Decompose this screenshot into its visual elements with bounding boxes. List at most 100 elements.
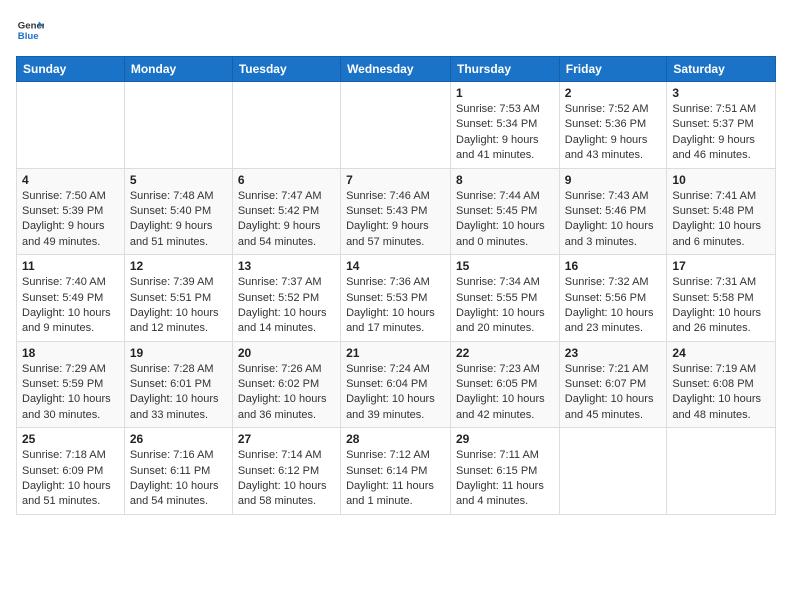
calendar-cell: 12 Sunrise: 7:39 AM Sunset: 5:51 PM Dayli… bbox=[124, 255, 232, 342]
day-number: 18 bbox=[22, 346, 119, 360]
day-info: Sunrise: 7:21 AM Sunset: 6:07 PM Dayligh… bbox=[565, 362, 662, 424]
calendar-cell: 22 Sunrise: 7:23 AM Sunset: 6:05 PM Dayli… bbox=[451, 341, 560, 428]
day-info: Sunrise: 7:48 AM Sunset: 5:40 PM Dayligh… bbox=[130, 189, 227, 251]
day-number: 16 bbox=[565, 259, 662, 273]
day-info: Sunrise: 7:53 AM Sunset: 5:34 PM Dayligh… bbox=[456, 102, 554, 164]
calendar-cell: 27 Sunrise: 7:14 AM Sunset: 6:12 PM Dayli… bbox=[232, 428, 340, 515]
day-info: Sunrise: 7:28 AM Sunset: 6:01 PM Dayligh… bbox=[130, 362, 227, 424]
calendar-cell: 14 Sunrise: 7:36 AM Sunset: 5:53 PM Dayli… bbox=[341, 255, 451, 342]
day-number: 22 bbox=[456, 346, 554, 360]
day-number: 15 bbox=[456, 259, 554, 273]
calendar-cell bbox=[559, 428, 667, 515]
day-header-monday: Monday bbox=[124, 57, 232, 82]
calendar-cell: 13 Sunrise: 7:37 AM Sunset: 5:52 PM Dayli… bbox=[232, 255, 340, 342]
day-number: 5 bbox=[130, 173, 227, 187]
day-info: Sunrise: 7:52 AM Sunset: 5:36 PM Dayligh… bbox=[565, 102, 662, 164]
day-info: Sunrise: 7:39 AM Sunset: 5:51 PM Dayligh… bbox=[130, 275, 227, 337]
day-header-friday: Friday bbox=[559, 57, 667, 82]
day-number: 2 bbox=[565, 86, 662, 100]
day-info: Sunrise: 7:24 AM Sunset: 6:04 PM Dayligh… bbox=[346, 362, 445, 424]
day-info: Sunrise: 7:46 AM Sunset: 5:43 PM Dayligh… bbox=[346, 189, 445, 251]
day-header-wednesday: Wednesday bbox=[341, 57, 451, 82]
day-info: Sunrise: 7:41 AM Sunset: 5:48 PM Dayligh… bbox=[672, 189, 770, 251]
day-number: 12 bbox=[130, 259, 227, 273]
calendar-cell bbox=[341, 82, 451, 169]
day-number: 9 bbox=[565, 173, 662, 187]
day-info: Sunrise: 7:34 AM Sunset: 5:55 PM Dayligh… bbox=[456, 275, 554, 337]
calendar-cell: 16Sunrise: 7:32 AM Sunset: 5:56 PM Dayli… bbox=[559, 255, 667, 342]
calendar-cell: 29Sunrise: 7:11 AM Sunset: 6:15 PM Dayli… bbox=[451, 428, 560, 515]
day-info: Sunrise: 7:37 AM Sunset: 5:52 PM Dayligh… bbox=[238, 275, 335, 337]
calendar-cell: 15 Sunrise: 7:34 AM Sunset: 5:55 PM Dayli… bbox=[451, 255, 560, 342]
day-number: 29 bbox=[456, 432, 554, 446]
calendar-cell: 28 Sunrise: 7:12 AM Sunset: 6:14 PM Dayli… bbox=[341, 428, 451, 515]
day-info: Sunrise: 7:14 AM Sunset: 6:12 PM Dayligh… bbox=[238, 448, 335, 510]
calendar-cell bbox=[667, 428, 776, 515]
calendar-cell: 8 Sunrise: 7:44 AM Sunset: 5:45 PM Daylig… bbox=[451, 168, 560, 255]
calendar-cell: 4 Sunrise: 7:50 AM Sunset: 5:39 PM Daylig… bbox=[17, 168, 125, 255]
calendar-cell bbox=[17, 82, 125, 169]
svg-text:Blue: Blue bbox=[18, 31, 39, 42]
day-info: Sunrise: 7:19 AM Sunset: 6:08 PM Dayligh… bbox=[672, 362, 770, 424]
calendar-cell: 24 Sunrise: 7:19 AM Sunset: 6:08 PM Dayli… bbox=[667, 341, 776, 428]
calendar-cell bbox=[232, 82, 340, 169]
day-info: Sunrise: 7:40 AM Sunset: 5:49 PM Dayligh… bbox=[22, 275, 119, 337]
day-header-tuesday: Tuesday bbox=[232, 57, 340, 82]
day-info: Sunrise: 7:23 AM Sunset: 6:05 PM Dayligh… bbox=[456, 362, 554, 424]
calendar-cell: 20 Sunrise: 7:26 AM Sunset: 6:02 PM Dayli… bbox=[232, 341, 340, 428]
day-number: 13 bbox=[238, 259, 335, 273]
day-info: Sunrise: 7:44 AM Sunset: 5:45 PM Dayligh… bbox=[456, 189, 554, 251]
day-info: Sunrise: 7:31 AM Sunset: 5:58 PM Dayligh… bbox=[672, 275, 770, 337]
day-header-thursday: Thursday bbox=[451, 57, 560, 82]
day-number: 1 bbox=[456, 86, 554, 100]
day-number: 3 bbox=[672, 86, 770, 100]
day-number: 28 bbox=[346, 432, 445, 446]
calendar-cell: 5 Sunrise: 7:48 AM Sunset: 5:40 PM Daylig… bbox=[124, 168, 232, 255]
day-number: 17 bbox=[672, 259, 770, 273]
calendar-cell bbox=[124, 82, 232, 169]
calendar-cell: 3 Sunrise: 7:51 AM Sunset: 5:37 PM Daylig… bbox=[667, 82, 776, 169]
day-number: 6 bbox=[238, 173, 335, 187]
calendar-cell: 9 Sunrise: 7:43 AM Sunset: 5:46 PM Daylig… bbox=[559, 168, 667, 255]
day-number: 19 bbox=[130, 346, 227, 360]
day-number: 24 bbox=[672, 346, 770, 360]
day-info: Sunrise: 7:26 AM Sunset: 6:02 PM Dayligh… bbox=[238, 362, 335, 424]
page-header: General Blue bbox=[16, 16, 776, 44]
calendar-cell: 17 Sunrise: 7:31 AM Sunset: 5:58 PM Dayli… bbox=[667, 255, 776, 342]
day-info: Sunrise: 7:12 AM Sunset: 6:14 PM Dayligh… bbox=[346, 448, 445, 510]
day-info: Sunrise: 7:18 AM Sunset: 6:09 PM Dayligh… bbox=[22, 448, 119, 510]
calendar-cell: 11 Sunrise: 7:40 AM Sunset: 5:49 PM Dayli… bbox=[17, 255, 125, 342]
day-info: Sunrise: 7:36 AM Sunset: 5:53 PM Dayligh… bbox=[346, 275, 445, 337]
day-header-saturday: Saturday bbox=[667, 57, 776, 82]
calendar-cell: 7 Sunrise: 7:46 AM Sunset: 5:43 PM Daylig… bbox=[341, 168, 451, 255]
day-number: 25 bbox=[22, 432, 119, 446]
day-number: 23 bbox=[565, 346, 662, 360]
logo: General Blue bbox=[16, 16, 44, 44]
day-number: 7 bbox=[346, 173, 445, 187]
logo-icon: General Blue bbox=[16, 16, 44, 44]
day-number: 10 bbox=[672, 173, 770, 187]
day-header-sunday: Sunday bbox=[17, 57, 125, 82]
calendar-table: SundayMondayTuesdayWednesdayThursdayFrid… bbox=[16, 56, 776, 515]
day-number: 11 bbox=[22, 259, 119, 273]
calendar-cell: 26 Sunrise: 7:16 AM Sunset: 6:11 PM Dayli… bbox=[124, 428, 232, 515]
day-number: 8 bbox=[456, 173, 554, 187]
day-info: Sunrise: 7:47 AM Sunset: 5:42 PM Dayligh… bbox=[238, 189, 335, 251]
day-info: Sunrise: 7:43 AM Sunset: 5:46 PM Dayligh… bbox=[565, 189, 662, 251]
day-number: 20 bbox=[238, 346, 335, 360]
calendar-cell: 18 Sunrise: 7:29 AM Sunset: 5:59 PM Dayli… bbox=[17, 341, 125, 428]
calendar-cell: 1 Sunrise: 7:53 AM Sunset: 5:34 PM Daylig… bbox=[451, 82, 560, 169]
calendar-cell: 23 Sunrise: 7:21 AM Sunset: 6:07 PM Dayli… bbox=[559, 341, 667, 428]
calendar-cell: 25 Sunrise: 7:18 AM Sunset: 6:09 PM Dayli… bbox=[17, 428, 125, 515]
calendar-cell: 6 Sunrise: 7:47 AM Sunset: 5:42 PM Daylig… bbox=[232, 168, 340, 255]
day-number: 21 bbox=[346, 346, 445, 360]
day-number: 14 bbox=[346, 259, 445, 273]
day-info: Sunrise: 7:16 AM Sunset: 6:11 PM Dayligh… bbox=[130, 448, 227, 510]
day-info: Sunrise: 7:51 AM Sunset: 5:37 PM Dayligh… bbox=[672, 102, 770, 164]
day-info: Sunrise: 7:29 AM Sunset: 5:59 PM Dayligh… bbox=[22, 362, 119, 424]
day-number: 27 bbox=[238, 432, 335, 446]
day-number: 4 bbox=[22, 173, 119, 187]
day-number: 26 bbox=[130, 432, 227, 446]
calendar-cell: 21 Sunrise: 7:24 AM Sunset: 6:04 PM Dayli… bbox=[341, 341, 451, 428]
day-info: Sunrise: 7:50 AM Sunset: 5:39 PM Dayligh… bbox=[22, 189, 119, 251]
